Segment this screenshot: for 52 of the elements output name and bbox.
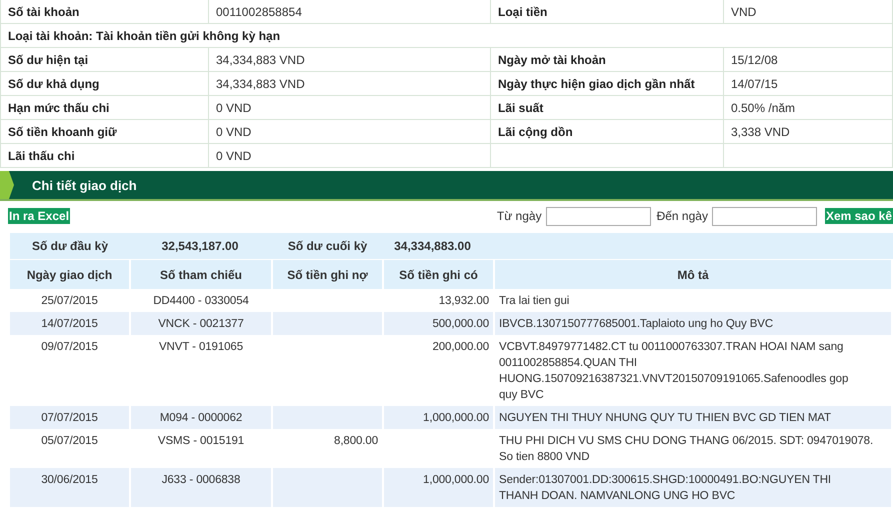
column-header: Số tiền ghi có — [383, 260, 494, 289]
to-date-label: Đến ngày — [656, 209, 708, 223]
opening-balance-value: 32,543,187.00 — [160, 239, 240, 253]
view-statement-button[interactable]: Xem sao kê — [824, 208, 893, 224]
field-value: 0 VND — [209, 96, 491, 120]
field-label: Ngày thực hiện giao dịch gần nhất — [491, 72, 724, 96]
table-cell: Sender:01307001.DD:300615.SHGD:10000491.BO:NGUYEN THI THANH DOAN. NAMVANLONG UNG HO BVC — [494, 468, 892, 507]
closing-balance-label: Số dư cuối kỳ — [286, 239, 368, 253]
table-cell: 07/07/2015 — [10, 406, 130, 429]
column-header: Ngày giao dịch — [10, 260, 130, 289]
field-value: 0011002858854 — [209, 0, 491, 24]
section-title: Chi tiết giao dịch — [32, 178, 137, 192]
table-cell: IBVCB.1307150777685001.Taplaioto ung ho Quy BVC — [494, 312, 892, 335]
field-value: 0.50% /năm — [724, 96, 893, 120]
closing-balance-value: 34,334,883.00 — [393, 239, 472, 253]
field-value: 34,334,883 VND — [209, 48, 491, 72]
table-cell: NGUYEN THI THUY NHUNG QUY TU THIEN BVC GD TIEN MAT — [494, 406, 892, 429]
table-cell: 14/07/2015 — [10, 312, 130, 335]
table-cell: 500,000.00 — [383, 312, 494, 335]
field-value: VND — [724, 0, 893, 24]
field-label: Lãi thấu chi — [1, 144, 209, 168]
table-cell: 1,000,000.00 — [383, 468, 494, 507]
table-cell: J633 - 0006838 — [130, 468, 272, 507]
field-label: Lãi suất — [491, 96, 724, 120]
table-cell: 1,000,000.00 — [383, 406, 494, 429]
field-value: 34,334,883 VND — [209, 72, 491, 96]
column-header: Số tiền ghi nợ — [272, 260, 383, 289]
field-value: 0 VND — [209, 120, 491, 144]
account-type: Loại tài khoản: Tài khoản tiền gửi không kỳ hạn — [1, 24, 893, 48]
field-value: 3,338 VND — [724, 120, 893, 144]
field-label: Số dư hiện tại — [1, 48, 209, 72]
field-label: Lãi cộng dồn — [491, 120, 724, 144]
field-value: 14/07/15 — [724, 72, 893, 96]
to-date-field[interactable] — [712, 206, 817, 226]
field-value: 15/12/08 — [724, 48, 893, 72]
from-date-field[interactable] — [546, 206, 651, 226]
column-header: Mô tả — [494, 260, 892, 289]
field-label: Số tài khoản — [1, 0, 209, 24]
column-header: Số tham chiếu — [130, 260, 272, 289]
export-excel-button[interactable]: In ra Excel — [8, 208, 70, 224]
field-label: Hạn mức thấu chi — [1, 96, 209, 120]
field-value: 0 VND — [209, 144, 491, 168]
field-label: Số tiền khoanh giữ — [1, 120, 209, 144]
field-label: Ngày mở tài khoản — [491, 48, 724, 72]
from-date-label: Từ ngày — [496, 209, 542, 223]
table-cell: M094 - 0000062 — [130, 406, 272, 429]
tab-marker-icon — [0, 171, 14, 199]
field-label: Loại tiền — [491, 0, 724, 24]
field-label: Số dư khả dụng — [1, 72, 209, 96]
opening-balance-label: Số dư đầu kỳ — [30, 239, 110, 253]
table-cell: 30/06/2015 — [10, 468, 130, 507]
table-cell: VNCK - 0021377 — [130, 312, 272, 335]
